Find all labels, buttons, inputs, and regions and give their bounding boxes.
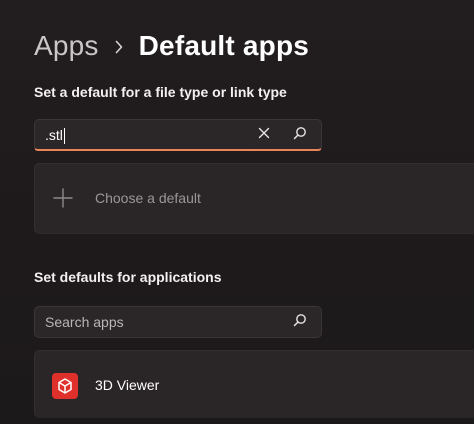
apps-search-button[interactable] [285,307,315,337]
apps-search-input[interactable] [45,307,285,337]
breadcrumb: Apps Default apps [34,26,309,66]
filetype-section-title: Set a default for a file type or link ty… [34,84,287,100]
chevron-right-icon [99,36,139,57]
choose-default-label: Choose a default [95,190,201,206]
text-caret [63,128,65,144]
breadcrumb-apps-link[interactable]: Apps [34,30,99,62]
filetype-search-input[interactable] [45,120,255,150]
app-row-3d-viewer[interactable]: 3D Viewer [34,350,474,418]
app-name: 3D Viewer [95,377,160,393]
clear-button[interactable] [249,120,279,150]
filetype-search-box [34,119,322,151]
page-title: Default apps [138,30,310,61]
default-apps-page: Apps Default apps Set a default for a fi… [0,0,474,424]
search-icon [293,126,307,145]
plus-icon [53,188,73,208]
close-icon [258,126,270,144]
search-icon [293,313,307,332]
3d-viewer-icon [52,373,78,399]
choose-default-button[interactable]: Choose a default [34,163,474,234]
filetype-search-button[interactable] [285,120,315,150]
apps-search-box [34,306,322,338]
apps-section-title: Set defaults for applications [34,269,222,285]
